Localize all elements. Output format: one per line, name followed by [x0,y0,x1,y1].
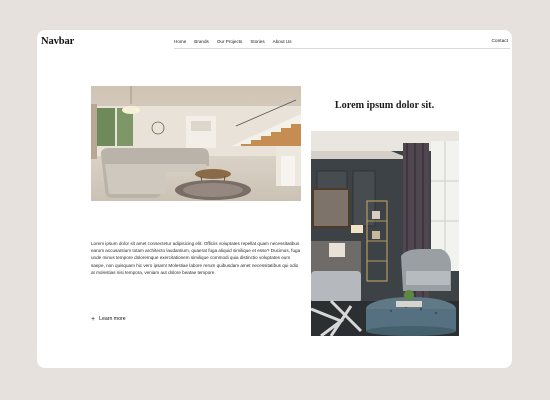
nav-link-about-us[interactable]: About Us [273,39,292,44]
learn-more-link[interactable]: + Learn more [91,315,126,323]
nav-link-contact[interactable]: Contact [491,39,508,44]
nav-links: Home Brands Our Projects Stories About U… [174,39,292,44]
nav-link-brands[interactable]: Brands [194,39,209,44]
lounge-image [311,131,459,336]
nav-divider [174,47,510,49]
nav-link-home[interactable]: Home [174,39,186,44]
nav-link-stories[interactable]: Stories [250,39,264,44]
page-card: Navbar Home Brands Our Projects Stories … [37,30,512,368]
nav-link-our-projects[interactable]: Our Projects [217,39,243,44]
living-room-image [91,86,301,201]
hero-paragraph: Lorem ipsum dolor sit amet consectetur a… [91,241,301,275]
hero-heading: Lorem ipsum dolor sit. [334,100,435,111]
learn-more-label: Learn more [99,316,126,322]
plus-icon: + [91,315,96,323]
navbar-logo[interactable]: Navbar [41,36,74,47]
